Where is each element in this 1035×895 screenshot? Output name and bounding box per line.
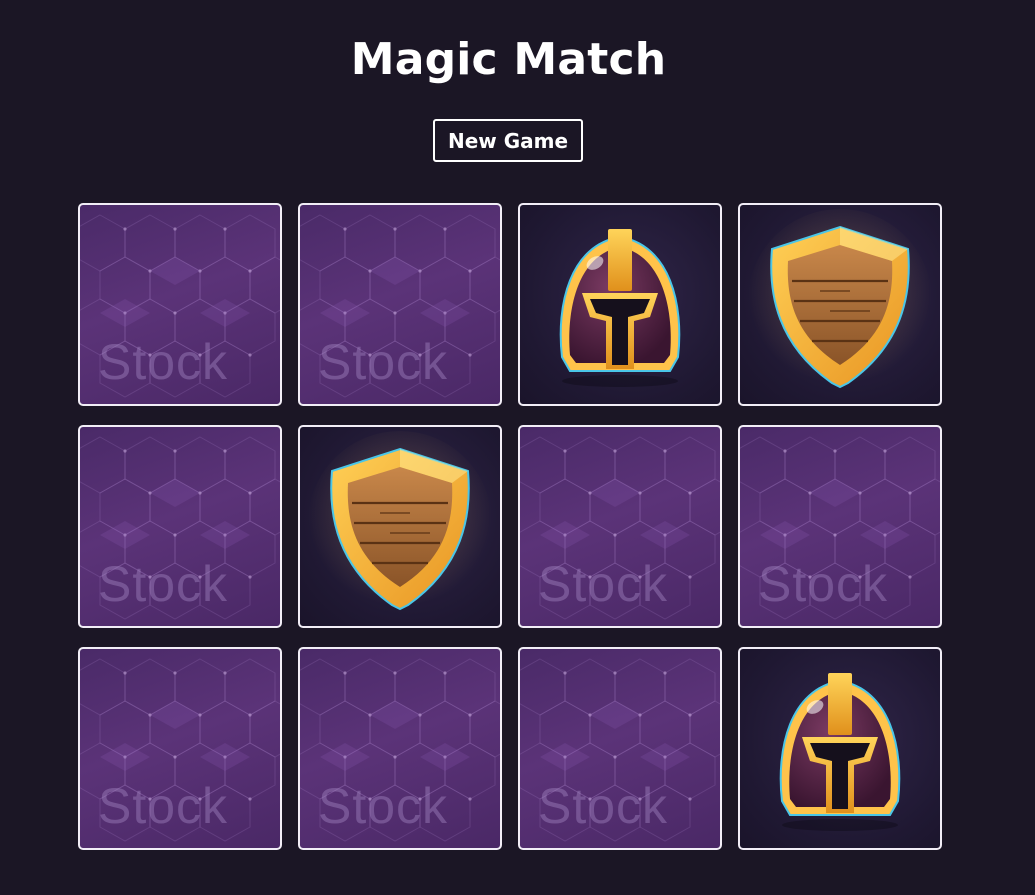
card-face-down[interactable]: Stock — [298, 203, 502, 406]
helmet-icon — [740, 649, 940, 848]
helmet-icon — [520, 205, 720, 404]
shield-icon — [740, 205, 940, 404]
card-grid: Stock Stock Stock Stock Stock Stock Stoc… — [78, 203, 942, 850]
new-game-button[interactable]: New Game — [433, 119, 583, 162]
shield-icon — [300, 427, 500, 626]
card-face-down[interactable]: Stock — [738, 425, 942, 628]
card-face-up[interactable] — [738, 647, 942, 850]
game-title: Magic Match — [350, 34, 667, 85]
card-face-down[interactable]: Stock — [298, 647, 502, 850]
card-face-down[interactable]: Stock — [78, 647, 282, 850]
card-face-up[interactable] — [518, 203, 722, 406]
card-face-down[interactable]: Stock — [518, 647, 722, 850]
card-face-up[interactable] — [298, 425, 502, 628]
card-face-down[interactable]: Stock — [78, 425, 282, 628]
card-face-down[interactable]: Stock — [518, 425, 722, 628]
card-face-up[interactable] — [738, 203, 942, 406]
card-face-down[interactable]: Stock — [78, 203, 282, 406]
